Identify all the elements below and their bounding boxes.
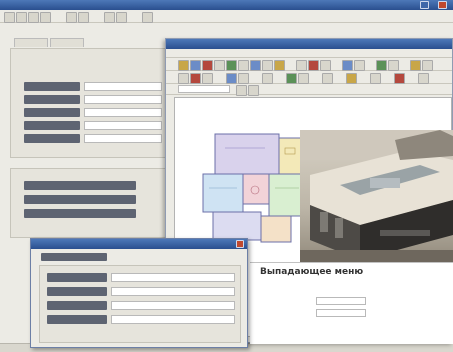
main-toolbar <box>0 10 453 23</box>
list-button[interactable] <box>24 209 136 218</box>
dialog-field-input[interactable] <box>111 287 235 296</box>
field-label <box>24 82 80 91</box>
field-label <box>24 121 80 130</box>
toolbar-tool-icon[interactable] <box>104 12 115 23</box>
toolbar-tool-icon[interactable] <box>178 73 189 84</box>
toolbar-tool-icon[interactable] <box>236 85 247 96</box>
cad-menubar <box>166 49 452 58</box>
info-option[interactable] <box>316 297 366 305</box>
toolbar-tool-icon[interactable] <box>248 85 259 96</box>
dialog-field-label <box>47 301 107 310</box>
dialog-field-input[interactable] <box>111 301 235 310</box>
dialog-field-input[interactable] <box>111 273 235 282</box>
dialog-field-label <box>47 315 107 324</box>
toolbar-tool-icon[interactable] <box>422 60 433 71</box>
tab-second[interactable] <box>50 38 84 47</box>
toolbar-tool-icon[interactable] <box>388 60 399 71</box>
field-input[interactable] <box>84 95 162 104</box>
toolbar-tool-icon[interactable] <box>262 73 273 84</box>
toolbar-tool-icon[interactable] <box>226 73 237 84</box>
toolbar-tool-icon[interactable] <box>214 60 225 71</box>
dialog-field-label <box>47 287 107 296</box>
toolbar-tool-icon[interactable] <box>190 60 201 71</box>
cad-titlebar <box>166 39 452 49</box>
cad-toolbar-3 <box>166 84 452 96</box>
toolbar-tool-icon[interactable] <box>202 60 213 71</box>
info-option[interactable] <box>316 309 366 317</box>
toolbar-tool-icon[interactable] <box>298 73 309 84</box>
dialog-field-label <box>47 273 107 282</box>
toolbar-tool-icon[interactable] <box>142 12 153 23</box>
toolbar-tool-icon[interactable] <box>370 73 381 84</box>
toolbar-tool-icon[interactable] <box>116 12 127 23</box>
toolbar-tool-icon[interactable] <box>262 60 273 71</box>
toolbar-tool-icon[interactable] <box>376 60 387 71</box>
toolbar-tool-icon[interactable] <box>320 60 331 71</box>
close-icon[interactable] <box>236 240 244 248</box>
cad-toolbar-2 <box>166 71 452 84</box>
toolbar-tool-icon[interactable] <box>4 12 15 23</box>
layer-select[interactable] <box>178 85 230 93</box>
toolbar-tool-icon[interactable] <box>66 12 77 23</box>
dialog-field-input[interactable] <box>111 315 235 324</box>
toolbar-tool-icon[interactable] <box>286 73 297 84</box>
toolbar-tool-icon[interactable] <box>418 73 429 84</box>
toolbar-tool-icon[interactable] <box>342 60 353 71</box>
kitchen-render-illustration <box>300 130 453 270</box>
field-label <box>24 108 80 117</box>
floor-plan-drawing <box>202 133 306 243</box>
close-icon[interactable] <box>438 1 447 9</box>
toolbar-tool-icon[interactable] <box>28 12 39 23</box>
toolbar-tool-icon[interactable] <box>202 73 213 84</box>
toolbar-tool-icon[interactable] <box>190 73 201 84</box>
main-titlebar <box>0 0 453 10</box>
toolbar-tool-icon[interactable] <box>322 73 333 84</box>
field-label <box>24 134 80 143</box>
toolbar-tool-icon[interactable] <box>226 60 237 71</box>
dialog-subtitle <box>41 253 107 261</box>
minimize-icon[interactable] <box>420 1 429 9</box>
cad-toolbar-1 <box>166 58 452 71</box>
field-input[interactable] <box>84 82 162 91</box>
tab-first[interactable] <box>14 38 48 47</box>
dialog-window <box>30 238 248 348</box>
kitchen-render <box>300 130 453 270</box>
toolbar-tool-icon[interactable] <box>274 60 285 71</box>
toolbar-tool-icon[interactable] <box>16 12 27 23</box>
info-panel: Выпадающее меню <box>250 262 453 344</box>
toolbar-tool-icon[interactable] <box>78 12 89 23</box>
toolbar-tool-icon[interactable] <box>308 60 319 71</box>
toolbar-tool-icon[interactable] <box>178 60 189 71</box>
toolbar-tool-icon[interactable] <box>296 60 307 71</box>
field-input[interactable] <box>84 108 162 117</box>
field-label <box>24 95 80 104</box>
info-panel-heading: Выпадающее меню <box>260 267 364 277</box>
toolbar-tool-icon[interactable] <box>410 60 421 71</box>
list-button[interactable] <box>24 195 136 204</box>
toolbar-tool-icon[interactable] <box>250 60 261 71</box>
field-input[interactable] <box>84 121 162 130</box>
toolbar-tool-icon[interactable] <box>238 60 249 71</box>
dialog-titlebar <box>31 239 247 249</box>
toolbar-tool-icon[interactable] <box>354 60 365 71</box>
toolbar-tool-icon[interactable] <box>238 73 249 84</box>
field-input[interactable] <box>84 134 162 143</box>
toolbar-tool-icon[interactable] <box>394 73 405 84</box>
toolbar-tool-icon[interactable] <box>346 73 357 84</box>
toolbar-tool-icon[interactable] <box>40 12 51 23</box>
list-button[interactable] <box>24 181 136 190</box>
